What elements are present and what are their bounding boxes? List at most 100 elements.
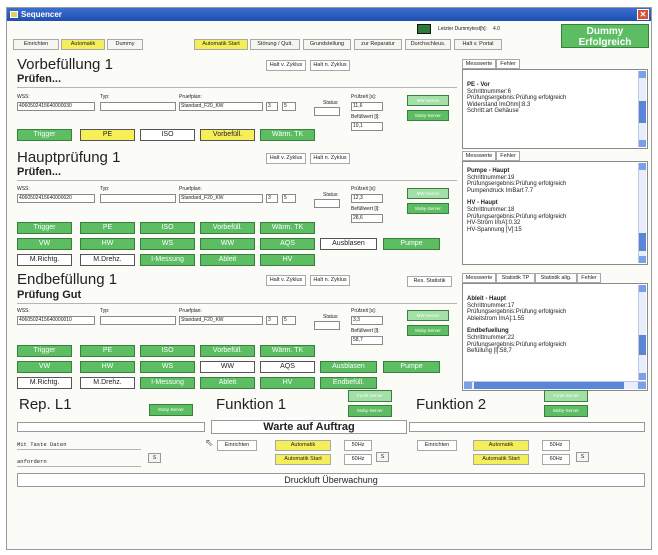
tab-statistik-tp[interactable]: Statistik TP bbox=[496, 273, 535, 283]
tab-statistik-allg[interactable]: Statistik allg. bbox=[535, 273, 577, 283]
tab-automatik[interactable]: Automatik bbox=[61, 39, 105, 50]
panel-group-title: Ableit - Haupt bbox=[467, 296, 506, 302]
funktion2-title: Funktion 2 bbox=[416, 396, 487, 413]
wss-field[interactable]: 4060502415640000030 bbox=[17, 102, 95, 111]
mw-server-button[interactable]: MW-Server bbox=[407, 188, 449, 199]
mw-server-button[interactable]: MW-Server bbox=[407, 95, 449, 106]
moby-server-button[interactable]: Moby-Server bbox=[407, 325, 449, 336]
rep-input-field[interactable] bbox=[17, 422, 205, 432]
halt-v-zyklus-button[interactable]: Halt v. Zyklus bbox=[266, 275, 306, 286]
pruefplan-field[interactable]: Standard_F20_KW bbox=[179, 194, 263, 203]
druckluft-status-bar: Druckluft Überwachung bbox=[17, 473, 645, 487]
section-title-endbefuellung: Endbefüllung 1 bbox=[17, 271, 118, 288]
param1-field[interactable]: 3 bbox=[266, 316, 278, 325]
panel3-messwerte: Ableit - Haupt Schrittnummer:17 Prüfungs… bbox=[462, 283, 648, 391]
halt-v-zyklus-button[interactable]: Halt v. Zyklus bbox=[266, 60, 306, 71]
step-vorbefuell: Vorbefüll. bbox=[200, 129, 255, 141]
divider bbox=[17, 466, 141, 467]
panel-line: Befüllung [l]:58,7 bbox=[467, 348, 512, 355]
tab-grundstellung[interactable]: Grundstellung bbox=[303, 39, 351, 50]
pruefplan-field[interactable]: Standard_F20_KW bbox=[179, 102, 263, 111]
step-vorbefuell: Vorbefüll. bbox=[200, 345, 255, 357]
param1-field[interactable]: 3 bbox=[266, 194, 278, 203]
window-title: Sequencer bbox=[21, 10, 62, 19]
typ-field[interactable] bbox=[100, 194, 176, 203]
scrollbar[interactable] bbox=[638, 71, 646, 147]
panel-line: Schritt:art Gehäuse bbox=[467, 108, 519, 115]
reset-statistik-button[interactable]: Res. Statistik bbox=[407, 276, 452, 287]
funktion2-moby-server-button[interactable]: Moby-Server bbox=[544, 405, 588, 417]
funktion2-input-field[interactable] bbox=[409, 422, 645, 432]
step-ableit: Ableit bbox=[200, 254, 255, 266]
wss-field[interactable]: 4060502415640000010 bbox=[17, 316, 95, 325]
f2-einrichten-button[interactable]: Einrichten bbox=[417, 440, 457, 451]
typ-field[interactable] bbox=[100, 316, 176, 325]
wss-field[interactable]: 4060502415640000020 bbox=[17, 194, 95, 203]
f2-50hz-button[interactable]: 50Hz bbox=[542, 440, 570, 451]
tab-automatik-start[interactable]: Automatik Start bbox=[194, 39, 248, 50]
scrollbar[interactable] bbox=[638, 163, 646, 263]
f2-automatik-button[interactable]: Automatik bbox=[473, 440, 529, 451]
param2-field[interactable]: 5 bbox=[282, 316, 296, 325]
f1-s-button[interactable]: S bbox=[376, 452, 389, 462]
tab-messwerte[interactable]: Messwerte bbox=[462, 151, 496, 161]
step-pe: PE bbox=[80, 345, 135, 357]
pruefplan-field[interactable]: Standard_F20_KW bbox=[179, 316, 263, 325]
tab-fehler[interactable]: Fehler bbox=[577, 273, 601, 283]
tab-dummy[interactable]: Dummy bbox=[107, 39, 143, 50]
title-bar: Sequencer ✕ bbox=[7, 8, 651, 21]
halt-v-zyklus-button[interactable]: Halt v. Zyklus bbox=[266, 153, 306, 164]
step-iso: ISO bbox=[140, 129, 195, 141]
tab-messwerte[interactable]: Messwerte bbox=[462, 59, 496, 69]
close-icon[interactable]: ✕ bbox=[637, 9, 649, 20]
pruefzeit-field: 11,6 bbox=[351, 102, 383, 111]
param2-field[interactable]: 5 bbox=[282, 194, 296, 203]
section-title-hauptpruefung: Hauptprüfung 1 bbox=[17, 149, 121, 166]
halt-n-zyklus-button[interactable]: Halt n. Zyklus bbox=[310, 275, 350, 286]
tab-messwerte[interactable]: Messwerte bbox=[462, 273, 496, 283]
tab-fehler[interactable]: Fehler bbox=[496, 151, 520, 161]
last-dummytest-label: Letzter Dummytest[h]: bbox=[438, 26, 487, 32]
f2-s-button[interactable]: S bbox=[576, 452, 589, 462]
typ-field[interactable] bbox=[100, 102, 176, 111]
halt-n-zyklus-button[interactable]: Halt n. Zyklus bbox=[310, 60, 350, 71]
scrollbar[interactable] bbox=[638, 285, 646, 380]
f1-einrichten-button[interactable]: Einrichten bbox=[217, 440, 257, 451]
pruefzeit-field: 12,3 bbox=[351, 194, 383, 203]
f1-60hz-button[interactable]: 60Hz bbox=[344, 454, 372, 465]
tab-durchschleus[interactable]: Durchschleus. bbox=[405, 39, 451, 50]
step-ww: WW bbox=[200, 361, 255, 373]
rep-moby-server-button[interactable]: Moby-Server bbox=[149, 404, 193, 416]
f2-60hz-button[interactable]: 60Hz bbox=[542, 454, 570, 465]
f1-automatik-button[interactable]: Automatik bbox=[275, 440, 331, 451]
f1-50hz-button[interactable]: 50Hz bbox=[344, 440, 372, 451]
panel-line: Schrittnummer:18 bbox=[467, 206, 515, 213]
horizontal-scrollbar[interactable] bbox=[464, 381, 646, 389]
moby-server-button[interactable]: Moby-Server bbox=[407, 110, 449, 121]
param2-field[interactable]: 5 bbox=[282, 102, 296, 111]
mw-server-button[interactable]: MW-Server bbox=[407, 310, 449, 321]
funkt-server-button[interactable]: Funkt.Server bbox=[544, 390, 588, 402]
tab-halt-v-portal[interactable]: Halt v. Portal bbox=[454, 39, 502, 50]
tab-stoerung-quit[interactable]: Störung / Quit. bbox=[250, 39, 300, 50]
tab-einrichten[interactable]: Einrichten bbox=[13, 39, 59, 50]
befuellwert-label: Befüllwert [l]: bbox=[351, 328, 380, 334]
rep-s-button[interactable]: S bbox=[148, 453, 161, 463]
pruefplan-label: Pruefplan: bbox=[179, 94, 202, 100]
wss-label: WSS: bbox=[17, 308, 30, 314]
last-dummytest-value: 4.0 bbox=[493, 26, 500, 32]
tab-zur-reparatur[interactable]: zur Reparatur bbox=[354, 39, 402, 50]
panel-line: Schrittnummer:19 bbox=[467, 174, 515, 181]
halt-n-zyklus-button[interactable]: Halt n. Zyklus bbox=[310, 153, 350, 164]
step-ausblasen: Ausblasen bbox=[320, 361, 377, 373]
moby-server-button[interactable]: Moby-Server bbox=[407, 203, 449, 214]
f1-automatik-start-button[interactable]: Automatik Start bbox=[275, 454, 331, 465]
funktion1-moby-server-button[interactable]: Moby-Server bbox=[348, 405, 392, 417]
step-iso: ISO bbox=[140, 345, 195, 357]
funkt-server-button[interactable]: Funkt.Server bbox=[348, 390, 392, 402]
f2-automatik-start-button[interactable]: Automatik Start bbox=[473, 454, 529, 465]
param1-field[interactable]: 3 bbox=[266, 102, 278, 111]
tab-fehler[interactable]: Fehler bbox=[496, 59, 520, 69]
status-label: Status: bbox=[323, 314, 339, 320]
step-ws: WS bbox=[140, 361, 195, 373]
